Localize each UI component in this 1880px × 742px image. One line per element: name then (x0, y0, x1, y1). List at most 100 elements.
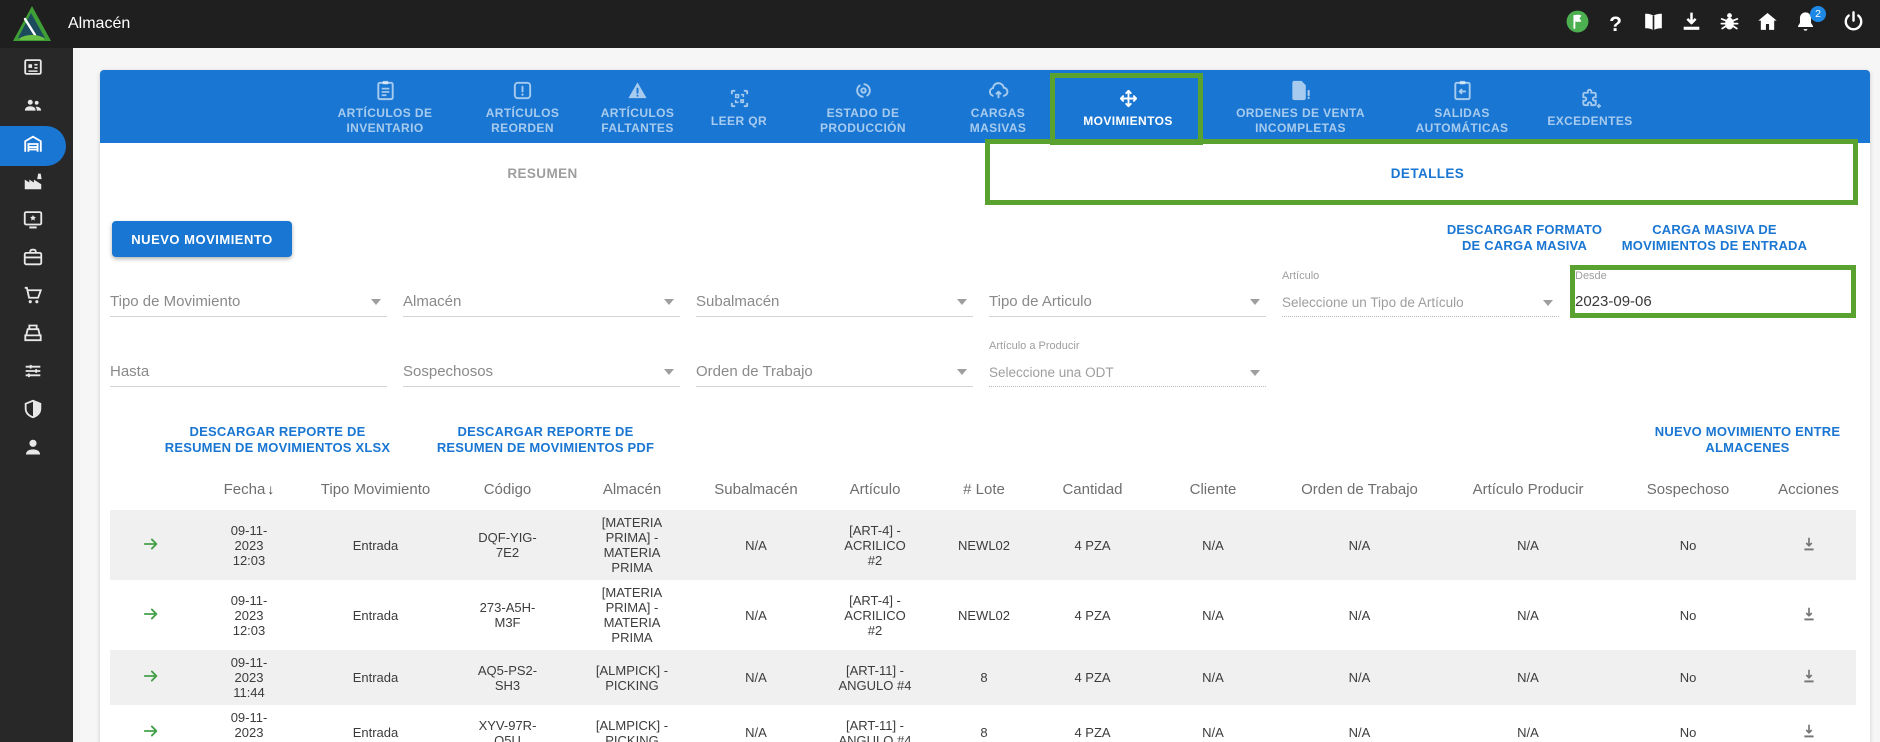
column-header-orden-de-trabajo: Orden de Trabajo (1278, 473, 1441, 510)
bulk-upload-entry-link[interactable]: CARGA MASIVA DE MOVIMIENTOS DE ENTRADA (1612, 222, 1817, 254)
cell-cantidad: 4 PZA (1074, 670, 1110, 685)
tab-salidas-automaticas[interactable]: SALIDAS AUTOMÁTICAS (1398, 70, 1526, 143)
tab-excedentes[interactable]: EXCEDENTES (1526, 70, 1654, 143)
cell-subalmacen: N/A (745, 538, 767, 553)
sidebar-item-profile[interactable] (0, 430, 66, 468)
report-pdf-link[interactable]: DESCARGAR REPORTE DE RESUMEN DE MOVIMIEN… (428, 424, 663, 456)
tab-cargas-masivas[interactable]: CARGAS MASIVAS (943, 70, 1053, 143)
cell-sospechoso: No (1680, 538, 1697, 553)
sidebar-item-production[interactable] (0, 164, 66, 202)
tab-ordenes-de-venta-incompletas[interactable]: ORDENES DE VENTA INCOMPLETAS (1203, 70, 1398, 143)
cell-subalmacen: N/A (745, 608, 767, 623)
filter-articulo[interactable]: Artículo Seleccione un Tipo de Artículo (1282, 265, 1559, 317)
cell-almacen: [MATERIA PRIMA] - MATERIA PRIMA (590, 585, 674, 645)
book-icon (1641, 9, 1666, 39)
row-download-icon[interactable] (1799, 666, 1819, 686)
home-icon[interactable] (1755, 12, 1780, 37)
cell-lote: 8 (980, 670, 987, 685)
bell-icon[interactable]: 2 (1793, 12, 1818, 37)
cart-icon (22, 284, 44, 311)
subtab-resumen[interactable]: RESUMEN (100, 143, 985, 205)
cell-tipo-movimiento: Entrada (353, 670, 399, 685)
app: Almacén ?2 ARTÍCULOS DE INVENTARIO ARTÍC… (0, 0, 1880, 742)
field-placeholder: Subalmacén (696, 293, 779, 310)
cell-subalmacen: N/A (745, 670, 767, 685)
cell-lote: NEWL02 (958, 608, 1010, 623)
cell-articulo-producir: N/A (1517, 725, 1539, 740)
power-icon (1841, 9, 1866, 39)
download-icon[interactable] (1679, 12, 1704, 37)
shield-icon (22, 398, 44, 425)
tab-articulos-faltantes[interactable]: ARTÍCULOS FALTANTES (580, 70, 695, 143)
briefcase-icon (22, 246, 44, 273)
cell-cliente: N/A (1202, 608, 1224, 623)
main-content: ARTÍCULOS DE INVENTARIO ARTÍCULOS REORDE… (100, 70, 1870, 742)
tab-movimientos[interactable]: MOVIMIENTOS (1053, 70, 1203, 143)
filter-articulo-a-producir[interactable]: Artículo a Producir Seleccione una ODT (989, 335, 1266, 387)
tab-estado-de-produccion[interactable]: ESTADO DE PRODUCCIÓN (783, 70, 943, 143)
caret-down-icon (664, 299, 674, 305)
cell-almacen: [MATERIA PRIMA] - MATERIA PRIMA (590, 515, 674, 575)
filter-hasta[interactable]: Hasta (110, 335, 387, 387)
column-header-c-digo: Código (444, 473, 571, 510)
table-row: 09-11-2023 11:44EntradaAQ5-PS2-SH3[ALMPI… (110, 650, 1856, 705)
row-download-icon[interactable] (1799, 721, 1819, 741)
caret-down-icon (371, 299, 381, 305)
cell-codigo: 273-A5H-M3F (473, 600, 543, 630)
tab-leer-qr[interactable]: LEER QR (695, 70, 783, 143)
sidebar-item-security[interactable] (0, 392, 66, 430)
filter-desde[interactable]: Desde 2023-09-06 (1575, 265, 1852, 317)
field-placeholder: Tipo de Movimiento (110, 293, 240, 310)
cell-articulo-producir: N/A (1517, 670, 1539, 685)
sidebar-item-certificates[interactable] (0, 202, 66, 240)
cell-cantidad: 4 PZA (1074, 725, 1110, 740)
caret-down-icon (1543, 300, 1553, 306)
bug-icon (1717, 9, 1742, 39)
subtab-detalles[interactable]: DETALLES (985, 143, 1870, 205)
caret-down-icon (1250, 299, 1260, 305)
row-download-icon[interactable] (1799, 604, 1819, 624)
sidebar-item-services[interactable] (0, 240, 66, 278)
cell-orden-de-trabajo: N/A (1349, 538, 1371, 553)
entry-arrow-icon (141, 604, 161, 624)
help-icon[interactable]: ? (1603, 12, 1628, 37)
cell-sospechoso: No (1680, 725, 1697, 740)
column-header-art-culo-producir: Artículo Producir (1441, 473, 1615, 510)
globe-icon[interactable] (1565, 12, 1590, 37)
download-format-link[interactable]: DESCARGAR FORMATO DE CARGA MASIVA (1437, 222, 1612, 254)
cell-almacen: [ALMPICK] - PICKING (590, 718, 674, 742)
filter-sospechosos[interactable]: Sospechosos (403, 335, 680, 387)
app-logo-icon (12, 5, 52, 43)
factory-icon (22, 170, 44, 197)
topbar: Almacén ?2 (0, 0, 1880, 48)
filter-subalmacen[interactable]: Subalmacén (696, 265, 973, 317)
book-icon[interactable] (1641, 12, 1666, 37)
page-title: Almacén (68, 0, 130, 48)
row-download-icon[interactable] (1799, 534, 1819, 554)
sidebar-item-warehouse[interactable] (0, 126, 66, 166)
column-header-fecha[interactable]: Fecha↓ (191, 473, 307, 510)
sidebar-item-settings[interactable] (0, 354, 66, 392)
filter-orden-de-trabajo[interactable]: Orden de Trabajo (696, 335, 973, 387)
sidebar-item-purchases[interactable] (0, 278, 66, 316)
qr-icon (728, 87, 751, 110)
field-placeholder: Orden de Trabajo (696, 363, 813, 380)
sidebar-item-sales[interactable] (0, 316, 66, 354)
column-header-acciones: Acciones (1761, 473, 1856, 510)
filter-almacen[interactable]: Almacén (403, 265, 680, 317)
tab-articulos-reorden[interactable]: ARTÍCULOS REORDEN (465, 70, 580, 143)
sidebar-item-contacts[interactable] (0, 88, 66, 126)
entry-arrow-icon (141, 721, 161, 741)
bug-icon[interactable] (1717, 12, 1742, 37)
new-movement-between-warehouses-link[interactable]: NUEVO MOVIMIENTO ENTRE ALMACENES (1640, 424, 1855, 456)
filter-tipo-de-articulo[interactable]: Tipo de Articulo (989, 265, 1266, 317)
field-label: Artículo a Producir (989, 340, 1079, 352)
tab-articulos-de-inventario[interactable]: ARTÍCULOS DE INVENTARIO (305, 70, 465, 143)
tune-icon (22, 360, 44, 387)
sidebar-item-news[interactable] (0, 50, 66, 88)
power-icon[interactable] (1841, 12, 1866, 37)
topbar-icons: ?2 (1565, 0, 1866, 48)
report-xlsx-link[interactable]: DESCARGAR REPORTE DE RESUMEN DE MOVIMIEN… (155, 424, 400, 456)
filter-tipo-de-movimiento[interactable]: Tipo de Movimiento (110, 265, 387, 317)
new-movement-button[interactable]: NUEVO MOVIMIENTO (112, 221, 292, 257)
